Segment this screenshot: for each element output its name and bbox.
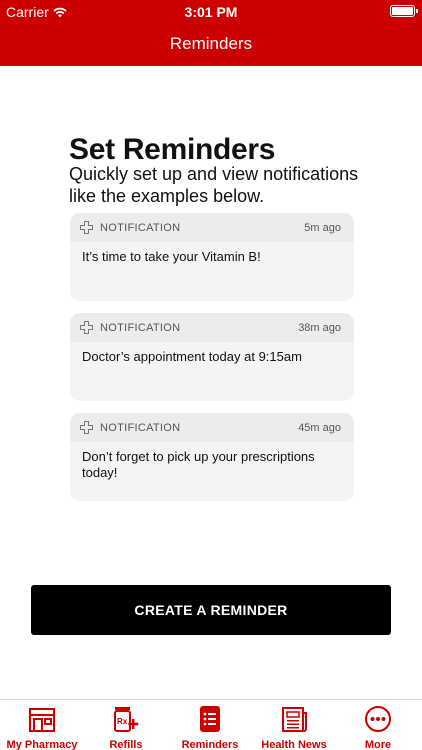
notification-app-label: NOTIFICATION (100, 421, 181, 434)
tab-bar: My Pharmacy Rx Refills Reminders Health … (0, 699, 422, 750)
tab-label: Reminders (181, 739, 239, 750)
tab-more[interactable]: More (336, 705, 420, 750)
status-bar: Carrier 3:01 PM (0, 0, 422, 22)
notification-app-label: NOTIFICATION (100, 321, 181, 334)
svg-text:Rx: Rx (117, 717, 128, 726)
tab-label: My Pharmacy (6, 739, 78, 750)
newspaper-icon (282, 707, 307, 732)
section-heading: Set Reminders (69, 133, 276, 166)
notification-app-label: NOTIFICATION (100, 221, 181, 234)
app-header: Carrier 3:01 PM Reminders (0, 0, 422, 66)
tab-refills[interactable]: Rx Refills (84, 705, 168, 750)
create-reminder-button[interactable]: CREATE A REMINDER (31, 585, 391, 635)
status-time: 3:01 PM (184, 4, 238, 20)
reminders-list-icon (200, 706, 220, 732)
tab-health-news[interactable]: Health News (252, 705, 336, 750)
rx-plus-icon: Rx (114, 707, 139, 732)
pharmacy-cross-icon (80, 221, 93, 234)
tab-label: Health News (261, 739, 327, 750)
notification-time: 5m ago (304, 221, 341, 234)
storefront-icon (29, 708, 55, 732)
pharmacy-cross-icon (80, 421, 93, 434)
notification-header: NOTIFICATION 45m ago (70, 413, 354, 442)
page-title: Reminders (169, 34, 253, 53)
notification-card: NOTIFICATION 38m ago Doctor’s appointmen… (70, 313, 354, 401)
notification-card: NOTIFICATION 5m ago It’s time to take yo… (70, 213, 354, 301)
section-subtitle: Quickly set up and view notifications li… (69, 164, 359, 206)
tab-reminders[interactable]: Reminders (168, 705, 252, 750)
notification-card: NOTIFICATION 45m ago Don’t forget to pic… (70, 413, 354, 501)
tab-label: More (364, 739, 392, 750)
notification-header: NOTIFICATION 38m ago (70, 313, 354, 342)
pharmacy-cross-icon (80, 321, 93, 334)
notification-message: It’s time to take your Vitamin B! (82, 249, 261, 264)
battery-icon (390, 5, 418, 17)
more-dots-icon (365, 706, 391, 732)
notification-message: Don’t forget to pick up your prescriptio… (82, 449, 315, 480)
tab-my-pharmacy[interactable]: My Pharmacy (0, 705, 84, 750)
notification-header: NOTIFICATION 5m ago (70, 213, 354, 242)
notification-message: Doctor’s appointment today at 9:15am (82, 349, 302, 364)
tab-label: Refills (109, 739, 143, 750)
notification-time: 45m ago (298, 421, 341, 434)
notification-time: 38m ago (298, 321, 341, 334)
